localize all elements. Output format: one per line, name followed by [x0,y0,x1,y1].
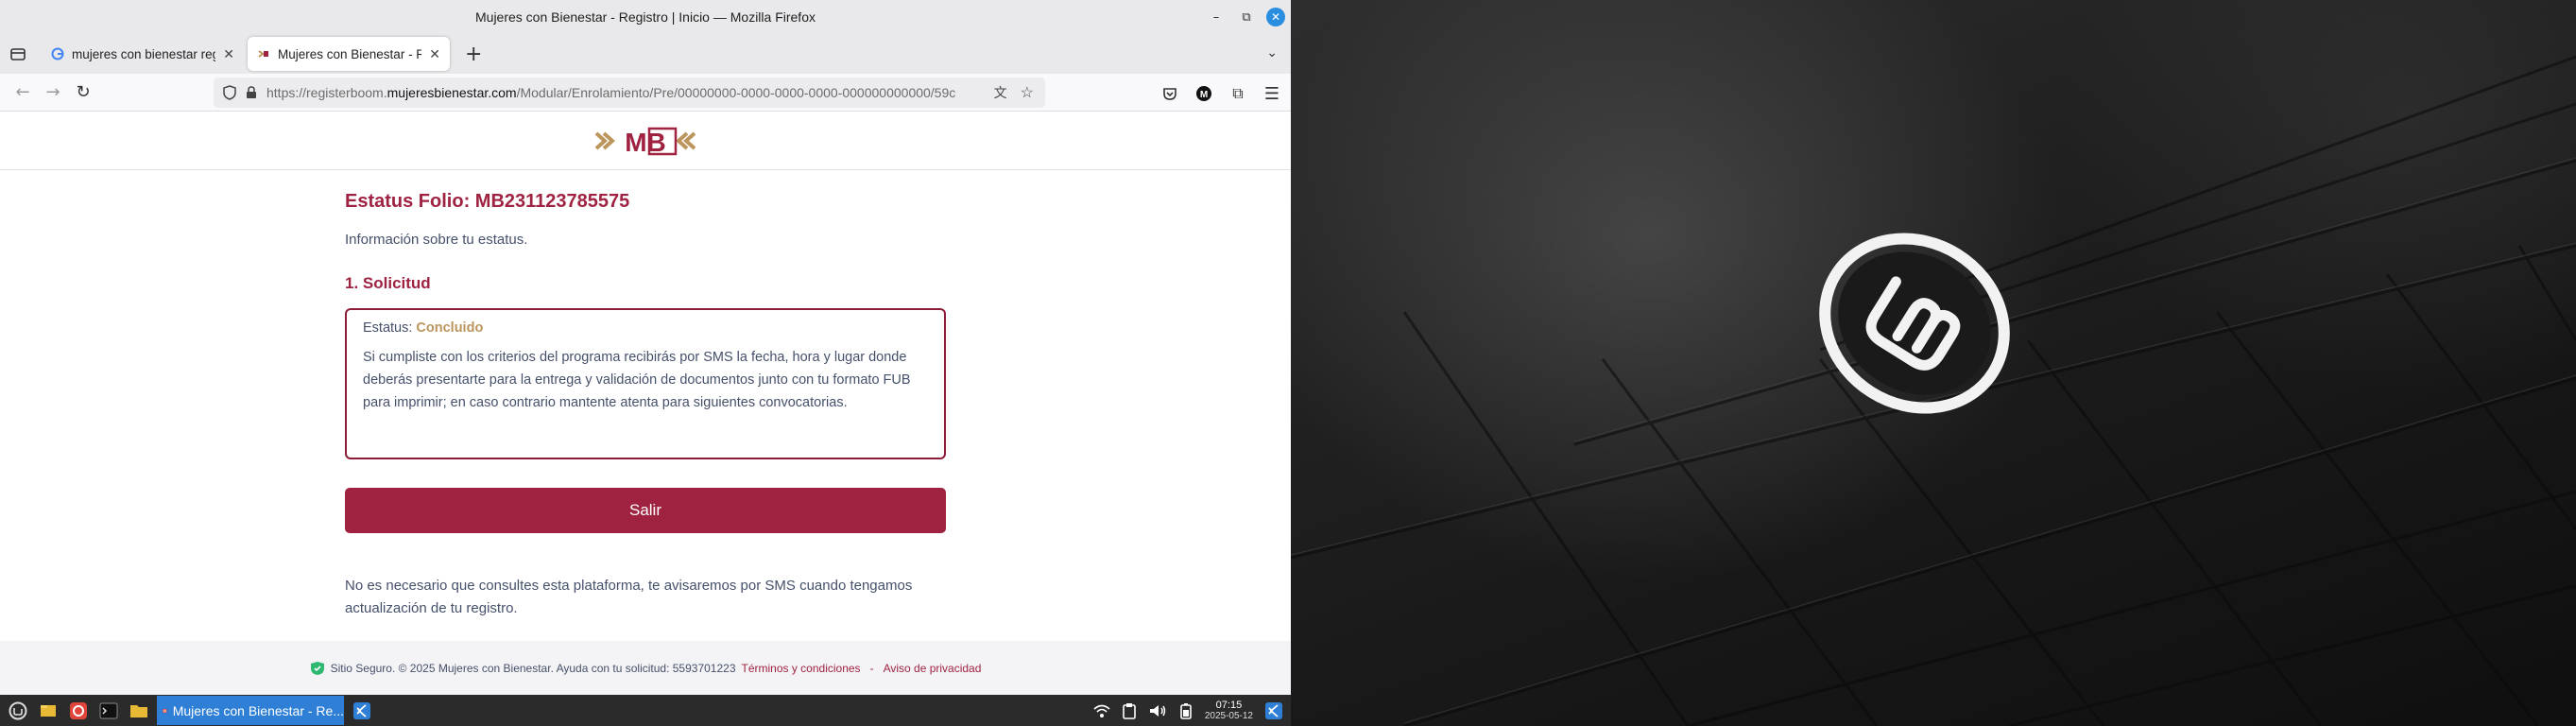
site-header: MB [0,112,1291,170]
forward-arrow-icon[interactable]: → [38,78,68,108]
tracking-shield-icon[interactable] [223,85,236,100]
footer-separator: - [869,661,874,675]
tab-label: Mujeres con Bienestar - Reg [278,46,422,61]
sms-notice: No es necesario que consultes esta plata… [345,578,913,616]
page-title: Estatus Folio: MB231123785575 [345,191,630,212]
desktop-wallpaper [1291,0,2576,726]
status-label: Estatus: [363,320,413,336]
maximize-button[interactable]: ⧉ [1236,7,1257,27]
page-subtitle: Información sobre tu estatus. [345,232,528,248]
tab-close-icon[interactable]: ✕ [223,46,234,62]
url-domain: mujeresbienestar.com [386,85,517,100]
tab-google-search[interactable]: mujeres con bienestar regis ✕ [42,37,244,71]
clock-date: 2025-05-12 [1204,710,1253,721]
url-text: https://registerboom.mujeresbienestar.co… [266,85,985,100]
tab-bar: mujeres con bienestar regis ✕ Mujeres co… [0,34,1291,74]
svg-text:M: M [1200,90,1208,100]
logo-text: MB [625,128,666,157]
mujeres-bienestar-logo[interactable]: MB [592,124,698,158]
linux-mint-logo [1819,233,2010,414]
terms-link[interactable]: Términos y condiciones [742,662,861,675]
list-all-tabs-chevron-down-icon[interactable]: ⌄ [1266,45,1278,60]
extensions-puzzle-icon[interactable]: ⧉ [1227,78,1249,109]
clock-time: 07:15 [1215,699,1243,711]
url-bar-actions: 文 ☆ [994,83,1045,102]
tab-label: mujeres con bienestar regis [72,46,216,61]
minimize-icon: – [1212,9,1220,25]
status-description: Si cumpliste con los criterios del progr… [363,350,911,410]
vscode-icon[interactable] [350,699,374,723]
footer-text: Sitio Seguro. © 2025 Mujeres con Bienest… [330,661,736,675]
wifi-icon[interactable] [1093,703,1110,718]
google-icon [51,47,64,60]
tab-close-icon[interactable]: ✕ [429,46,440,62]
section-title: 1. Solicitud [345,274,431,292]
vscode-tray-icon[interactable] [1264,701,1283,720]
site-footer: Sitio Seguro. © 2025 Mujeres con Bienest… [0,641,1291,695]
back-arrow-icon[interactable]: ← [8,78,38,108]
account-avatar-icon[interactable]: M [1193,78,1215,109]
firefox-view-icon[interactable] [9,45,26,62]
firefox-window: Mujeres con Bienestar - Registro | Inici… [0,0,1291,695]
terminal-icon[interactable] [96,699,121,723]
reload-icon[interactable]: ↻ [68,78,98,108]
new-tab-plus-icon[interactable]: + [454,43,493,66]
lock-icon[interactable] [246,86,257,99]
toolbar-right-actions: M ⧉ ☰ [1159,78,1283,109]
web-page: MB Estatus Folio: MB231123785575 Informa… [0,112,1291,695]
pocket-icon[interactable] [1159,78,1181,109]
taskbar: Mujeres con Bienestar - Re... 07:15 2025… [0,695,1291,726]
clock[interactable]: 07:15 2025-05-12 [1205,700,1253,722]
battery-icon[interactable] [1178,702,1194,719]
taskbar-firefox-window-button[interactable]: Mujeres con Bienestar - Re... [157,696,344,725]
url-bar[interactable]: https://registerboom.mujeresbienestar.co… [214,78,1045,108]
window-titlebar: Mujeres con Bienestar - Registro | Inici… [0,0,1291,34]
firefox-launcher-icon[interactable] [66,699,91,723]
secure-shield-icon [310,661,324,675]
window-title: Mujeres con Bienestar - Registro | Inici… [475,9,816,25]
start-menu-icon[interactable] [6,699,30,723]
system-tray: 07:15 2025-05-12 [1093,695,1283,726]
volume-icon[interactable] [1148,703,1167,718]
privacy-link[interactable]: Aviso de privacidad [884,662,982,675]
firefox-task-icon [163,708,167,713]
main-content: Estatus Folio: MB231123785575 Informació… [345,170,946,620]
navigation-toolbar: ← → ↻ https://registerboom.mujeresbienes… [0,74,1291,112]
status-card: Estatus: Concluido Si cumpliste con los … [345,308,946,459]
taskbar-task-label: Mujeres con Bienestar - Re... [172,702,344,718]
mb-favicon [258,50,268,58]
close-icon: ✕ [1270,10,1281,24]
status-badge: Concluido [416,320,484,336]
url-prefix: https://registerboom. [266,85,387,100]
files-folder-icon[interactable] [127,699,151,723]
clipboard-icon[interactable] [1122,702,1137,719]
restore-icon: ⧉ [1242,9,1251,25]
close-window-button[interactable]: ✕ [1266,8,1285,26]
window-controls: – ⧉ ✕ [1206,7,1285,27]
url-path: /Modular/Enrolamiento/Pre/00000000-0000-… [516,85,956,100]
show-desktop-icon[interactable] [36,699,60,723]
tab-mujeres-registro[interactable]: Mujeres con Bienestar - Reg ✕ [248,37,450,71]
exit-button[interactable]: Salir [345,488,946,533]
status-line: Estatus: Concluido [363,319,928,337]
hamburger-menu-icon[interactable]: ☰ [1261,78,1283,109]
translate-icon[interactable]: 文 [994,83,1007,102]
minimize-button[interactable]: – [1206,7,1227,27]
bookmark-star-icon[interactable]: ☆ [1021,83,1034,102]
